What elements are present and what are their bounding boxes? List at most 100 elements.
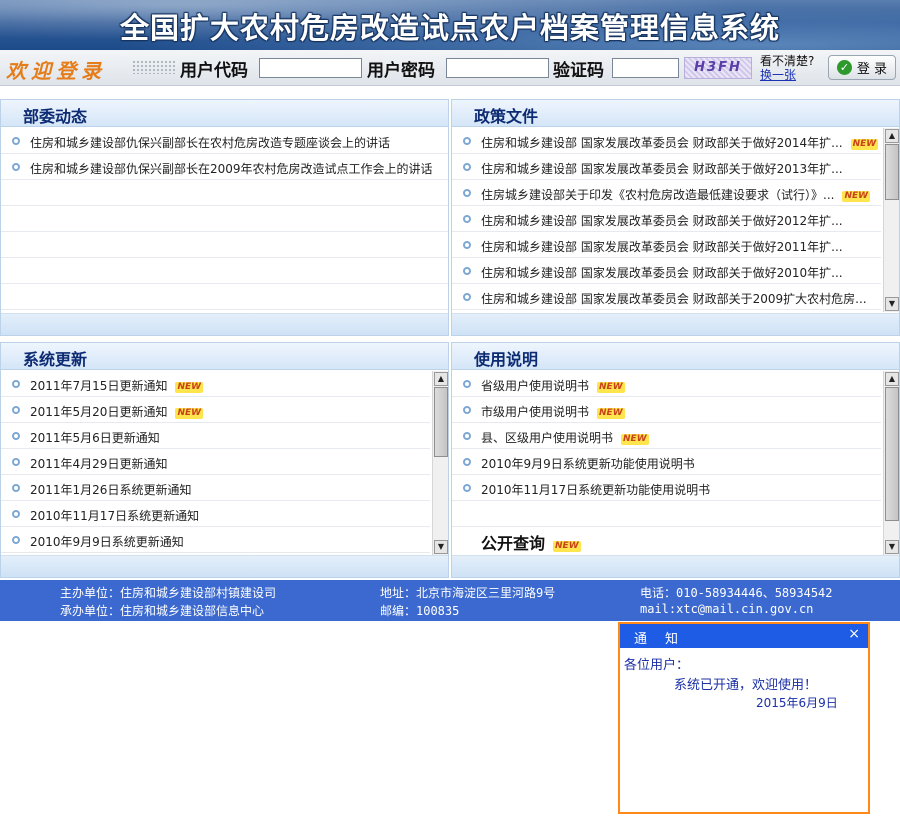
notice-date: 2015年6月9日	[756, 696, 838, 710]
empty-row	[1, 232, 448, 258]
bullet-icon	[463, 241, 471, 249]
list-item[interactable]: 2011年5月6日更新通知	[1, 423, 430, 449]
list-item[interactable]: 2011年1月26日系统更新通知	[1, 475, 430, 501]
bullet-icon	[12, 510, 20, 518]
dotted-divider	[132, 60, 176, 74]
list-item-text: 2010年9月9日系统更新功能使用说明书	[481, 457, 695, 471]
list-item-text: 市级用户使用说明书 NEW	[481, 405, 625, 419]
panel-system-updates: 系统更新 2011年7月15日更新通知 NEW 2011年5月20日更新通知 NEW…	[0, 342, 449, 578]
scrollbar-thumb[interactable]	[885, 144, 899, 200]
notice-header: 通知 ×	[620, 624, 868, 648]
news-list: 住房和城乡建设部仇保兴副部长在农村危房改造专题座谈会上的讲话 住房和城乡建设部仇…	[1, 128, 448, 310]
list-item[interactable]: 省级用户使用说明书 NEW	[452, 371, 881, 397]
login-button[interactable]: ✓ 登 录	[828, 55, 896, 80]
panel-title: 使用说明	[474, 350, 539, 369]
list-item[interactable]: 住房和城乡建设部 国家发展改革委员会 财政部关于做好2013年扩...	[452, 154, 881, 180]
scrollbar-thumb[interactable]	[885, 387, 899, 521]
public-query-text: 公开查询 NEW	[481, 534, 581, 553]
panel-title: 系统更新	[23, 350, 88, 369]
new-badge-icon: NEW	[175, 408, 204, 419]
bullet-icon	[12, 380, 20, 388]
site-footer: 主办单位：住房和城乡建设部村镇建设司 承办单位：住房和城乡建设部信息中心 地址：…	[0, 580, 900, 621]
bullet-icon	[463, 163, 471, 171]
bullet-icon	[463, 432, 471, 440]
captcha-image[interactable]: H3FH	[684, 57, 752, 79]
scroll-up-icon[interactable]: ▲	[434, 372, 448, 386]
list-item-text: 住房和城乡建设部 国家发展改革委员会 财政部关于做好2011年扩...	[481, 240, 843, 254]
scroll-down-icon[interactable]: ▼	[885, 297, 899, 311]
empty-row	[1, 206, 448, 232]
list-item-text: 2010年11月17日系统更新功能使用说明书	[481, 483, 711, 497]
panel-footer	[1, 313, 448, 335]
panel-header: 政策文件	[452, 100, 899, 127]
list-item[interactable]: 住房城乡建设部关于印发《农村危房改造最低建设要求（试行）》... NEW	[452, 180, 881, 206]
login-button-label: 登 录	[856, 62, 888, 77]
list-item[interactable]: 住房和城乡建设部 国家发展改革委员会 财政部关于做好2010年扩...	[452, 258, 881, 284]
list-item-text: 省级用户使用说明书 NEW	[481, 379, 625, 393]
bullet-icon	[463, 380, 471, 388]
scrollbar[interactable]: ▲ ▼	[883, 128, 899, 312]
panel-user-guide: 使用说明 省级用户使用说明书 NEW 市级用户使用说明书 NEW 县、区级用户使用说…	[451, 342, 900, 578]
page-title: 全国扩大农村危房改造试点农户档案管理信息系统	[119, 11, 780, 45]
footer-host: 主办单位：住房和城乡建设部村镇建设司	[60, 586, 277, 600]
user-code-input[interactable]	[259, 58, 362, 78]
list-item-text: 住房和城乡建设部 国家发展改革委员会 财政部关于做好2010年扩...	[481, 266, 843, 280]
panel-header: 部委动态	[1, 100, 448, 127]
panel-policy-docs: 政策文件 住房和城乡建设部 国家发展改革委员会 财政部关于做好2014年扩...…	[451, 99, 900, 336]
new-badge-icon: NEW	[553, 541, 581, 552]
user-code-label: 用户代码	[180, 61, 248, 81]
notice-popup: 通知 × 各位用户： 系统已开通，欢迎使用！ 2015年6月9日	[618, 622, 870, 814]
scrollbar-thumb[interactable]	[434, 387, 448, 457]
new-badge-icon: NEW	[621, 434, 649, 445]
bullet-icon	[12, 484, 20, 492]
list-item[interactable]: 住房和城乡建设部 国家发展改革委员会 财政部关于做好2011年扩...	[452, 232, 881, 258]
list-item[interactable]: 2011年7月15日更新通知 NEW	[1, 371, 430, 397]
bullet-icon	[463, 137, 471, 145]
panel-footer	[452, 313, 899, 335]
list-item[interactable]: 2011年5月20日更新通知 NEW	[1, 397, 430, 423]
list-item-text: 住房城乡建设部关于印发《农村危房改造最低建设要求（试行）》... NEW	[481, 188, 871, 202]
list-item[interactable]: 住房和城乡建设部仇保兴副部长在2009年农村危房改造试点工作会上的讲话	[1, 154, 448, 180]
scroll-down-icon[interactable]: ▼	[885, 540, 899, 554]
notice-title: 通知	[634, 632, 697, 647]
list-item[interactable]: 住房和城乡建设部 国家发展改革委员会 财政部关于2009扩大农村危房...	[452, 284, 881, 310]
bullet-icon	[463, 215, 471, 223]
list-item-text: 住房和城乡建设部仇保兴副部长在农村危房改造专题座谈会上的讲话	[30, 136, 391, 150]
list-item[interactable]: 2010年11月17日系统更新功能使用说明书	[452, 475, 881, 501]
list-item[interactable]: 2010年11月17日系统更新通知	[1, 501, 430, 527]
list-item[interactable]: 住房和城乡建设部仇保兴副部长在农村危房改造专题座谈会上的讲话	[1, 128, 448, 154]
list-item[interactable]: 住房和城乡建设部 国家发展改革委员会 财政部关于做好2012年扩...	[452, 206, 881, 232]
check-icon: ✓	[836, 60, 852, 75]
scroll-up-icon[interactable]: ▲	[885, 372, 899, 386]
scroll-up-icon[interactable]: ▲	[885, 129, 899, 143]
panel-header: 使用说明	[452, 343, 899, 370]
list-item[interactable]: 2010年9月9日系统更新通知	[1, 527, 430, 553]
list-item-text: 2011年4月29日更新通知	[30, 457, 168, 471]
bullet-icon	[12, 432, 20, 440]
list-item[interactable]: 2011年4月29日更新通知	[1, 449, 430, 475]
panel-title: 部委动态	[23, 107, 88, 126]
new-badge-icon: NEW	[175, 382, 204, 393]
panel-title: 政策文件	[474, 107, 539, 126]
password-input[interactable]	[446, 58, 549, 78]
scrollbar[interactable]: ▲ ▼	[432, 371, 448, 555]
public-query-link[interactable]: 公开查询 NEW	[452, 527, 881, 553]
scroll-down-icon[interactable]: ▼	[434, 540, 448, 554]
password-label: 用户密码	[367, 61, 435, 81]
list-item[interactable]: 市级用户使用说明书 NEW	[452, 397, 881, 423]
list-item[interactable]: 2010年9月9日系统更新功能使用说明书	[452, 449, 881, 475]
captcha-refresh-link[interactable]: 换一张	[760, 66, 796, 83]
empty-row	[1, 284, 448, 310]
captcha-input[interactable]	[612, 58, 679, 78]
list-item[interactable]: 住房和城乡建设部 国家发展改革委员会 财政部关于做好2014年扩... NEW	[452, 128, 881, 154]
list-item-text: 住房和城乡建设部 国家发展改革委员会 财政部关于做好2013年扩...	[481, 162, 843, 176]
panel-header: 系统更新	[1, 343, 448, 370]
list-item[interactable]: 县、区级用户使用说明书 NEW	[452, 423, 881, 449]
new-badge-icon: NEW	[597, 408, 625, 419]
list-item-text: 住房和城乡建设部仇保兴副部长在2009年农村危房改造试点工作会上的讲话	[30, 162, 433, 176]
scrollbar[interactable]: ▲ ▼	[883, 371, 899, 555]
notice-message: 系统已开通，欢迎使用！	[674, 678, 818, 693]
list-item-text: 住房和城乡建设部 国家发展改革委员会 财政部关于2009扩大农村危房...	[481, 292, 867, 306]
list-item-text: 2011年5月6日更新通知	[30, 431, 160, 445]
close-icon[interactable]: ×	[848, 626, 860, 642]
